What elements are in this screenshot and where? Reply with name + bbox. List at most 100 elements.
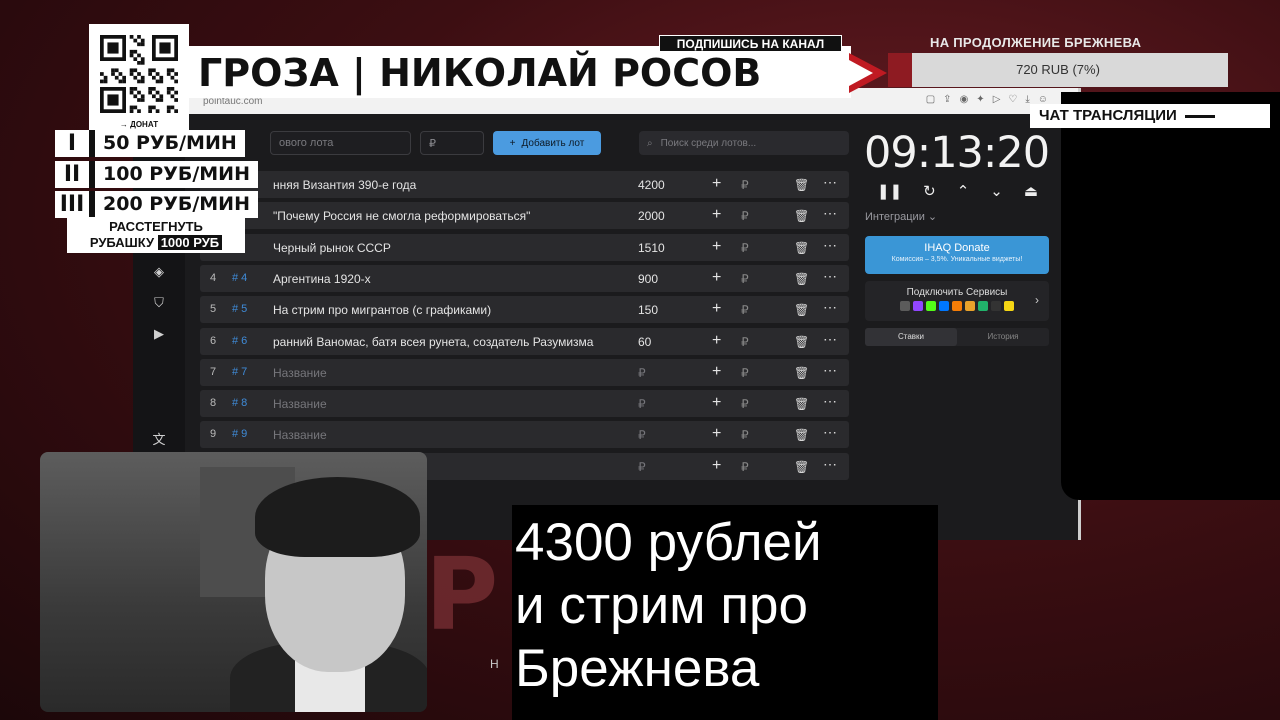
trash-icon[interactable]: 🗑	[794, 241, 809, 255]
table-row[interactable]: "Почему Россия не смогла реформироваться…	[200, 202, 849, 230]
lot-name-input[interactable]: Название	[273, 366, 327, 380]
lot-sum-input[interactable]: 4200	[638, 178, 665, 192]
donate-card-subtitle: Комиссия – 3,5%. Уникальные виджеты!	[891, 256, 1023, 263]
table-row[interactable]: 7 # 7 Название ₽ + ₽ 🗑 ⋯	[200, 358, 849, 386]
play-icon[interactable]: ▷	[993, 94, 1001, 105]
qr-code-icon	[100, 35, 178, 113]
lot-sum-input[interactable]: 60	[638, 335, 651, 349]
more-icon[interactable]: ⋯	[823, 268, 837, 285]
rate-text: 100 РУБ/МИН	[95, 161, 258, 188]
table-row[interactable]: 9 # 9 Название ₽ + ₽ 🗑 ⋯	[200, 421, 849, 449]
camera-icon[interactable]: ◉	[960, 94, 969, 105]
trash-icon[interactable]: 🗑	[794, 366, 809, 380]
lot-name-input[interactable]: На стрим про мигрантов (с графиками)	[273, 303, 491, 317]
trash-icon[interactable]: 🗑	[794, 397, 809, 411]
lot-name-input[interactable]: Аргентина 1920-х	[273, 272, 371, 286]
lot-sum-input[interactable]: 150	[638, 303, 658, 317]
pause-icon[interactable]: ❚❚	[877, 182, 902, 200]
table-row[interactable]: 5 # 5 На стрим про мигрантов (с графиками)…	[200, 296, 849, 324]
search-icon: ⌕	[647, 137, 653, 149]
trash-icon[interactable]: 🗑	[794, 335, 809, 349]
add-bid-icon[interactable]: +	[712, 332, 721, 350]
currency-sign: ₽	[741, 178, 749, 192]
screenshot-icon[interactable]: ▢	[926, 94, 935, 105]
lot-sum-input[interactable]: ₽	[638, 397, 646, 411]
reset-icon[interactable]: ↻	[923, 182, 936, 200]
trash-icon[interactable]: 🗑	[794, 303, 809, 317]
lot-name-input[interactable]: Название	[273, 397, 327, 411]
lot-id: # 6	[232, 334, 248, 347]
trash-icon[interactable]: 🗑	[794, 272, 809, 286]
currency-sign: ₽	[741, 365, 749, 380]
lot-search-input[interactable]: ⌕ Поиск среди лотов...	[639, 131, 849, 155]
more-icon[interactable]: ⋯	[823, 393, 837, 410]
chevron-up-icon[interactable]: ⌃	[957, 182, 970, 200]
extension-icon[interactable]: ✦	[976, 94, 984, 105]
add-bid-icon[interactable]: +	[712, 238, 721, 256]
chat-header: ЧАТ ТРАНСЛЯЦИИ	[1030, 104, 1270, 128]
lot-sum-input[interactable]: 900	[638, 272, 658, 286]
table-row[interactable]: 4 # 4 Аргентина 1920-х 900 + ₽ 🗑 ⋯	[200, 264, 849, 292]
rate-item: III 200 РУБ/МИН	[55, 191, 258, 218]
more-icon[interactable]: ⋯	[823, 456, 837, 473]
add-bid-icon[interactable]: +	[712, 300, 721, 318]
ihaq-donate-card[interactable]: IHAQ Donate Комиссия – 3,5%. Уникальные …	[865, 236, 1049, 274]
new-lot-price-input[interactable]: ₽	[420, 131, 484, 155]
timer-controls: ❚❚ ↻ ⌃ ⌄ ⏏	[877, 182, 1038, 200]
lot-name-input[interactable]: ранний Ваномас, батя всея рунета, создат…	[273, 335, 593, 349]
currency-sign: ₽	[741, 303, 749, 318]
translate-icon[interactable]: 文	[150, 431, 168, 449]
shield-icon[interactable]: ⛉	[150, 294, 168, 312]
service-icon	[900, 301, 910, 311]
lot-name-input[interactable]: нняя Византия 390-е года	[273, 178, 416, 192]
services-card-title: Подключить Сервисы	[906, 287, 1008, 298]
more-icon[interactable]: ⋯	[823, 362, 837, 379]
lot-number: 9	[210, 428, 217, 441]
add-bid-icon[interactable]: +	[712, 269, 721, 287]
add-bid-icon[interactable]: +	[712, 363, 721, 381]
lot-sum-input[interactable]: ₽	[638, 460, 646, 474]
heart-icon[interactable]: ♡	[1008, 94, 1017, 105]
new-lot-name-input[interactable]: ового лота	[270, 131, 411, 155]
lot-name-input[interactable]: Название	[273, 428, 327, 442]
table-row[interactable]: 6 # 6 ранний Ваномас, батя всея рунета, со…	[200, 327, 849, 355]
tab-history[interactable]: История	[957, 328, 1049, 346]
more-icon[interactable]: ⋯	[823, 174, 837, 191]
connect-services-card[interactable]: Подключить Сервисы ›	[865, 281, 1049, 321]
table-row[interactable]: Черный рынок СССР 1510 + ₽ 🗑 ⋯	[200, 233, 849, 261]
add-lot-button[interactable]: + Добавить лот	[493, 131, 601, 155]
more-icon[interactable]: ⋯	[823, 205, 837, 222]
lot-name-input[interactable]: "Почему Россия не смогла реформироваться…	[273, 209, 530, 223]
auction-timer: 09:13:20	[864, 128, 1050, 178]
eject-icon[interactable]: ⏏	[1024, 182, 1038, 200]
lot-sum-input[interactable]: ₽	[638, 366, 646, 380]
tab-bids[interactable]: Ставки	[865, 328, 957, 346]
chevron-down-icon[interactable]: ⌄	[990, 182, 1003, 200]
table-row[interactable]: нняя Византия 390-е года 4200 + ₽ 🗑 ⋯	[200, 171, 849, 198]
lot-sum-input[interactable]: 2000	[638, 209, 665, 223]
trash-icon[interactable]: 🗑	[794, 209, 809, 223]
trash-icon[interactable]: 🗑	[794, 178, 809, 192]
lot-sum-input[interactable]: 1510	[638, 241, 665, 255]
more-icon[interactable]: ⋯	[823, 299, 837, 316]
more-icon[interactable]: ⋯	[823, 331, 837, 348]
video-icon[interactable]: ▶	[150, 325, 168, 343]
rate-text: 200 РУБ/МИН	[95, 191, 258, 218]
table-row[interactable]: 8 # 8 Название ₽ + ₽ 🗑 ⋯	[200, 390, 849, 418]
more-icon[interactable]: ⋯	[823, 237, 837, 254]
lot-name-input[interactable]: Черный рынок СССР	[273, 241, 391, 255]
rate-mark: II	[55, 161, 89, 188]
add-bid-icon[interactable]: +	[712, 457, 721, 475]
add-bid-icon[interactable]: +	[712, 175, 721, 193]
trash-icon[interactable]: 🗑	[794, 428, 809, 442]
add-bid-icon[interactable]: +	[712, 394, 721, 412]
layers-icon[interactable]: ◈	[150, 263, 168, 281]
lot-id: # 9	[232, 428, 248, 441]
more-icon[interactable]: ⋯	[823, 424, 837, 441]
add-bid-icon[interactable]: +	[712, 206, 721, 224]
add-bid-icon[interactable]: +	[712, 425, 721, 443]
lot-sum-input[interactable]: ₽	[638, 428, 646, 442]
trash-icon[interactable]: 🗑	[794, 460, 809, 474]
share-icon[interactable]: ⇪	[943, 94, 951, 105]
integrations-dropdown[interactable]: Интеграции ⌄	[865, 210, 937, 223]
